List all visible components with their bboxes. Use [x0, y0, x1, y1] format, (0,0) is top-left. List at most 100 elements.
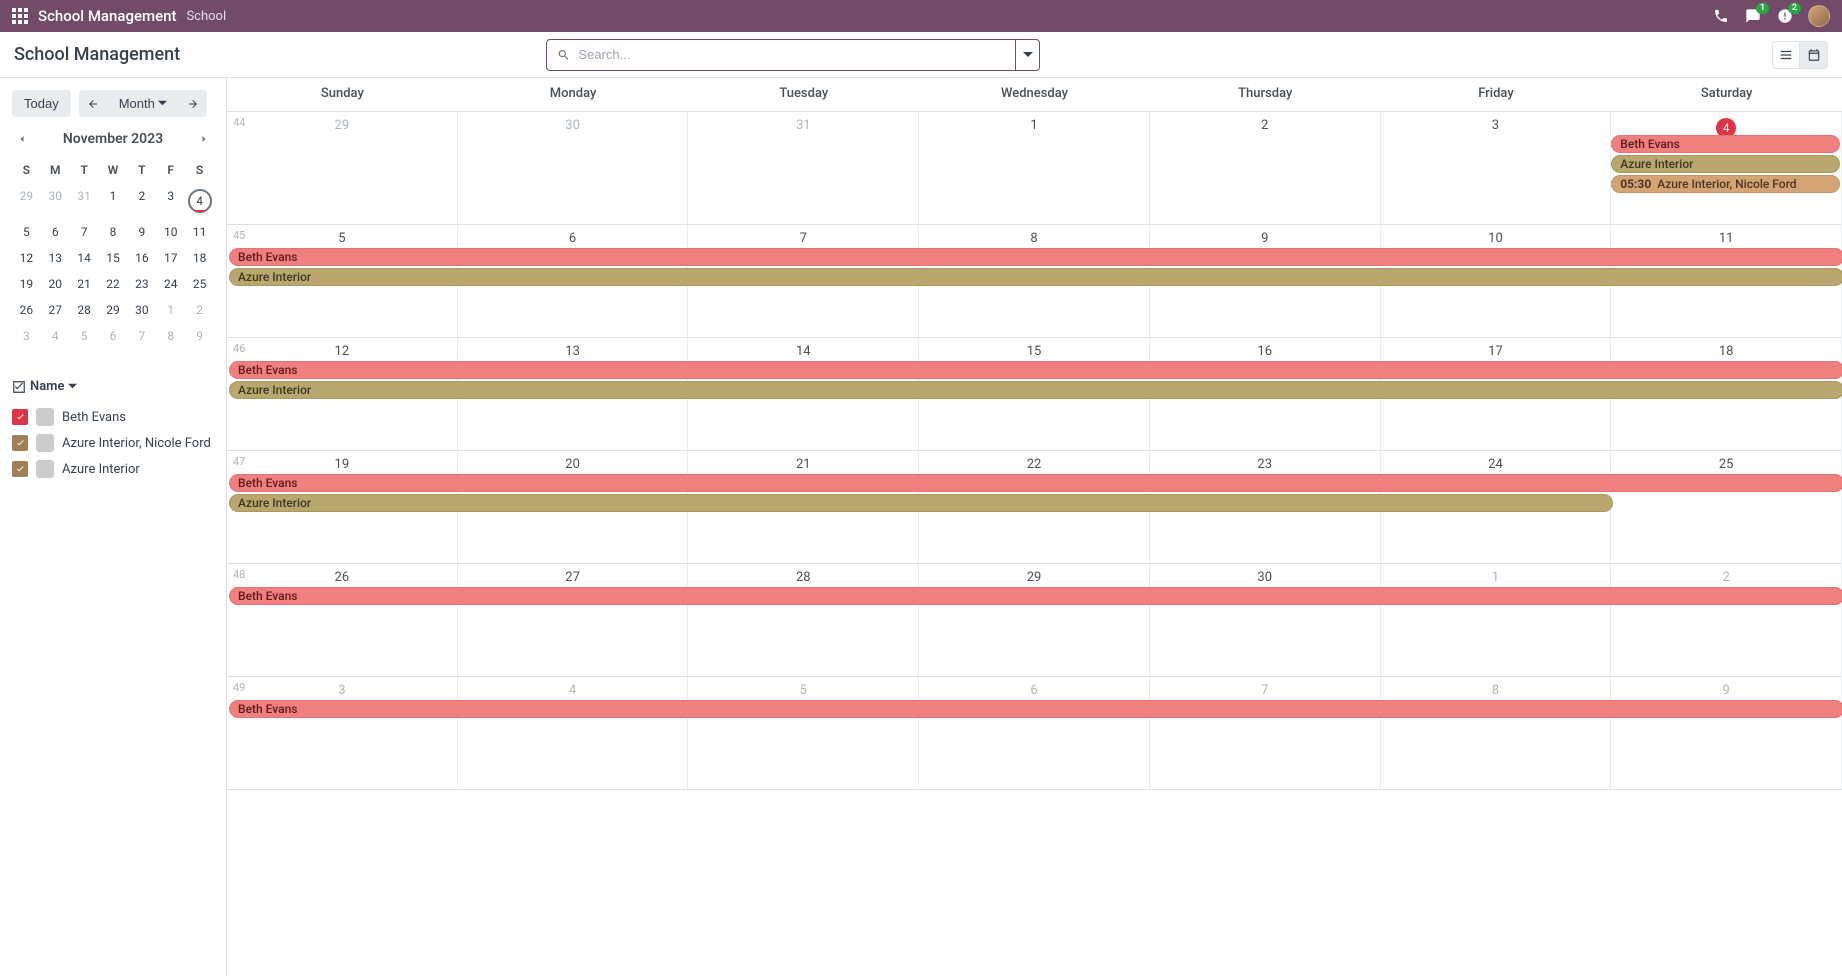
checkbox-icon	[12, 461, 28, 477]
calendar-day-cell[interactable]: 30	[1150, 564, 1381, 676]
mini-day-cell[interactable]: 28	[70, 297, 99, 323]
prev-period-button[interactable]	[79, 90, 107, 117]
calendar-day-cell[interactable]: 1	[1381, 564, 1612, 676]
mini-day-cell[interactable]: 10	[156, 219, 185, 245]
calendar-day-cell[interactable]: 7	[1150, 677, 1381, 789]
mini-day-cell[interactable]: 31	[70, 183, 99, 219]
calendar-day-cell[interactable]: 29	[919, 564, 1150, 676]
mini-day-cell[interactable]: 26	[12, 297, 41, 323]
filter-item[interactable]: Beth Evans	[12, 404, 214, 430]
mini-day-cell[interactable]: 20	[41, 271, 70, 297]
calendar-day-cell[interactable]: 2	[1611, 564, 1842, 676]
chat-icon[interactable]: 1	[1744, 7, 1762, 25]
mini-day-cell[interactable]: 29	[12, 183, 41, 219]
mini-day-cell[interactable]: 18	[185, 245, 214, 271]
mini-day-cell[interactable]: 17	[156, 245, 185, 271]
mini-day-cell[interactable]: 12	[12, 245, 41, 271]
mini-day-cell[interactable]: 3	[156, 183, 185, 219]
mini-dow-cell: S	[12, 157, 41, 183]
activity-icon[interactable]: 2	[1776, 7, 1794, 25]
mini-day-cell[interactable]: 14	[70, 245, 99, 271]
calendar-day-cell[interactable]: 27	[458, 564, 689, 676]
mini-day-cell[interactable]: 11	[185, 219, 214, 245]
day-number: 22	[919, 455, 1149, 474]
next-period-button[interactable]	[179, 90, 207, 117]
mini-day-cell[interactable]: 24	[156, 271, 185, 297]
mini-day-cell[interactable]: 30	[41, 183, 70, 219]
mini-day-cell[interactable]: 1	[99, 183, 128, 219]
calendar-day-cell[interactable]: 6	[919, 677, 1150, 789]
mini-day-cell[interactable]: 5	[70, 323, 99, 349]
calendar-event[interactable]: Azure Interior	[229, 494, 1613, 512]
mini-day-cell[interactable]: 27	[41, 297, 70, 323]
mini-day-cell[interactable]: 30	[127, 297, 156, 323]
day-number: 5	[688, 681, 918, 700]
mini-day-cell[interactable]: 2	[185, 297, 214, 323]
mini-day-cell[interactable]: 6	[41, 219, 70, 245]
calendar-event[interactable]: Azure Interior	[1611, 155, 1840, 173]
mini-day-cell[interactable]: 13	[41, 245, 70, 271]
nav-school[interactable]: School	[186, 9, 226, 24]
today-button[interactable]: Today	[12, 90, 71, 117]
mini-day-cell[interactable]: 19	[12, 271, 41, 297]
view-calendar-button[interactable]	[1800, 41, 1828, 69]
user-avatar[interactable]	[1808, 5, 1830, 27]
calendar-event[interactable]: Beth Evans	[229, 248, 1842, 266]
search-dropdown[interactable]	[1016, 39, 1040, 71]
calendar-day-cell[interactable]: 5	[688, 677, 919, 789]
mini-day-cell[interactable]: 15	[99, 245, 128, 271]
calendar-event[interactable]: Azure Interior	[229, 381, 1842, 399]
mini-day-cell[interactable]: 4	[185, 183, 214, 219]
view-list-button[interactable]	[1772, 41, 1800, 69]
mini-day-cell[interactable]: 1	[156, 297, 185, 323]
mini-day-cell[interactable]: 23	[127, 271, 156, 297]
mini-day-cell[interactable]: 6	[99, 323, 128, 349]
mini-next-month[interactable]	[198, 133, 210, 145]
day-number: 11	[1611, 229, 1841, 248]
calendar-day-cell[interactable]: 3	[227, 677, 458, 789]
mini-day-cell[interactable]: 2	[127, 183, 156, 219]
mini-day-cell[interactable]: 25	[185, 271, 214, 297]
mini-day-cell[interactable]: 21	[70, 271, 99, 297]
calendar-day-cell[interactable]: 28	[688, 564, 919, 676]
calendar-week-row: 4719202122232425Beth EvansAzure Interior	[227, 451, 1842, 564]
phone-icon[interactable]	[1712, 7, 1730, 25]
filter-header[interactable]: Name	[12, 379, 214, 394]
mini-day-cell[interactable]: 16	[127, 245, 156, 271]
search-box[interactable]	[546, 39, 1016, 71]
day-number: 13	[458, 342, 688, 361]
mini-day-cell[interactable]: 4	[41, 323, 70, 349]
calendar-event[interactable]: Azure Interior	[229, 268, 1842, 286]
calendar-event[interactable]: 05:30Azure Interior, Nicole Ford	[1611, 175, 1840, 193]
calendar-event[interactable]: Beth Evans	[229, 361, 1842, 379]
mini-day-cell[interactable]: 5	[12, 219, 41, 245]
calendar-event[interactable]: Beth Evans	[229, 474, 1842, 492]
mini-day-cell[interactable]: 22	[99, 271, 128, 297]
filter-item[interactable]: Azure Interior, Nicole Ford	[12, 430, 214, 456]
apps-icon[interactable]	[12, 8, 28, 24]
calendar-event[interactable]: Beth Evans	[229, 587, 1842, 605]
mini-day-cell[interactable]: 9	[127, 219, 156, 245]
calendar-day-cell[interactable]: 8	[1381, 677, 1612, 789]
mini-prev-month[interactable]	[16, 133, 28, 145]
mini-day-cell[interactable]: 8	[156, 323, 185, 349]
day-number: 18	[1611, 342, 1841, 361]
calendar-day-cell[interactable]: 4	[458, 677, 689, 789]
mini-dow-cell: M	[41, 157, 70, 183]
mini-dow-cell: W	[99, 157, 128, 183]
chat-badge: 1	[1756, 3, 1769, 14]
calendar-day-cell[interactable]: 26	[227, 564, 458, 676]
search-input[interactable]	[578, 47, 1005, 62]
mini-day-cell[interactable]: 7	[70, 219, 99, 245]
mini-day-cell[interactable]: 29	[99, 297, 128, 323]
mini-day-cell[interactable]: 7	[127, 323, 156, 349]
mini-day-cell[interactable]: 8	[99, 219, 128, 245]
mini-day-cell[interactable]: 9	[185, 323, 214, 349]
calendar-event[interactable]: Beth Evans	[229, 700, 1842, 718]
calendar-event[interactable]: Beth Evans	[1611, 135, 1840, 153]
scale-dropdown[interactable]: Month	[107, 90, 179, 117]
mini-day-cell[interactable]: 3	[12, 323, 41, 349]
filter-item[interactable]: Azure Interior	[12, 456, 214, 482]
events-layer: Beth Evans Azure Interior	[227, 360, 1842, 401]
calendar-day-cell[interactable]: 9	[1611, 677, 1842, 789]
